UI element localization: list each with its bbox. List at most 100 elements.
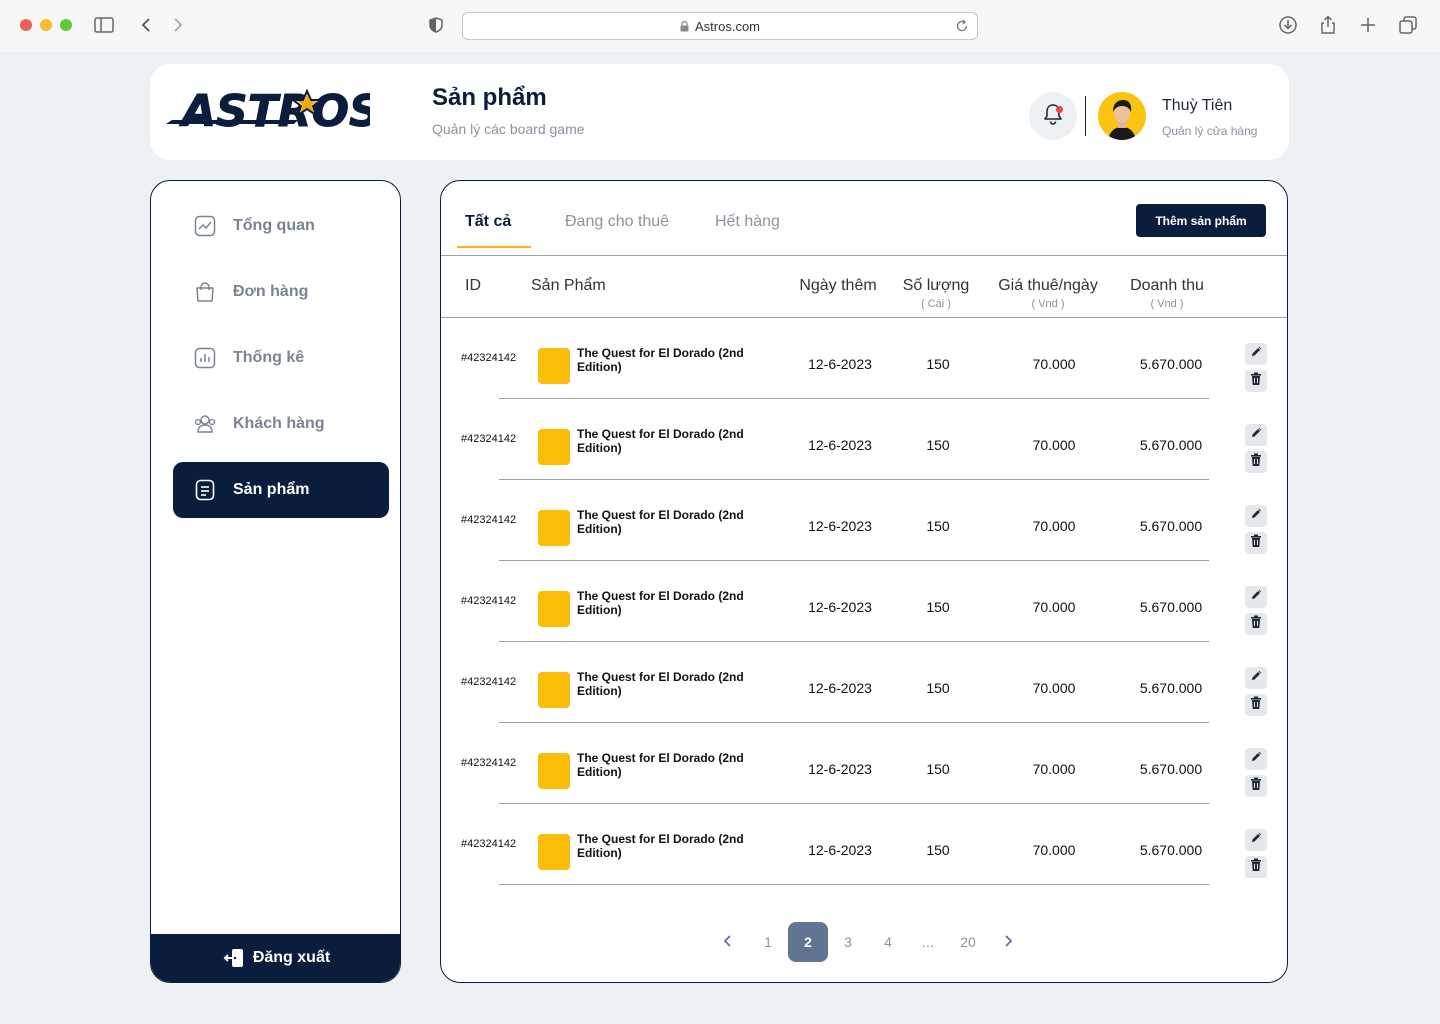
document-icon: [193, 478, 217, 502]
page-button-3[interactable]: 3: [828, 922, 868, 962]
next-page-button[interactable]: [988, 922, 1028, 962]
notification-badge: [1056, 106, 1063, 113]
product-name[interactable]: The Quest for El Dorado (2nd Edition): [577, 346, 767, 374]
sidebar-item-orders[interactable]: Đơn hàng: [173, 264, 389, 320]
table-row[interactable]: #42324142 The Quest for El Dorado (2nd Ed…: [441, 723, 1287, 804]
product-name[interactable]: The Quest for El Dorado (2nd Edition): [577, 589, 767, 617]
table-row[interactable]: #42324142 The Quest for El Dorado (2nd Ed…: [441, 318, 1287, 399]
page-button-2[interactable]: 2: [788, 922, 828, 962]
sidebar-toggle-icon[interactable]: [93, 14, 115, 36]
rental-price: 70.000: [1032, 680, 1076, 696]
add-product-button[interactable]: Thêm sản phẩm: [1136, 204, 1266, 237]
avatar[interactable]: [1098, 92, 1146, 140]
product-name[interactable]: The Quest for El Dorado (2nd Edition): [577, 508, 767, 536]
revenue: 5.670.000: [1139, 518, 1203, 534]
product-name[interactable]: The Quest for El Dorado (2nd Edition): [577, 427, 767, 455]
column-header-price-label: Giá thuê/ngày: [998, 277, 1098, 294]
page-button-20[interactable]: 20: [948, 922, 988, 962]
revenue: 5.670.000: [1139, 761, 1203, 777]
sidebar-item-label: Tổng quan: [233, 217, 315, 234]
prev-page-button[interactable]: [708, 922, 748, 962]
revenue: 5.670.000: [1139, 437, 1203, 453]
trash-icon: [1250, 777, 1262, 796]
edit-button[interactable]: [1245, 829, 1267, 851]
product-thumbnail[interactable]: [538, 591, 570, 627]
date-added: 12-6-2023: [808, 437, 872, 453]
share-icon[interactable]: [1317, 14, 1339, 36]
table-row[interactable]: #42324142 The Quest for El Dorado (2nd Ed…: [441, 642, 1287, 723]
trash-icon: [1250, 453, 1262, 472]
column-header-date-label: Ngày thêm: [799, 277, 877, 294]
logout-icon: [223, 947, 245, 969]
product-thumbnail[interactable]: [538, 429, 570, 465]
table-row[interactable]: #42324142 The Quest for El Dorado (2nd Ed…: [441, 399, 1287, 480]
column-header-qty-unit: ( Cái ): [921, 298, 951, 310]
pencil-icon: [1250, 507, 1262, 525]
product-thumbnail[interactable]: [538, 348, 570, 384]
page-button-1[interactable]: 1: [748, 922, 788, 962]
quantity: 150: [926, 761, 950, 777]
reload-icon[interactable]: [955, 19, 969, 33]
maximize-window-button[interactable]: [60, 19, 72, 31]
product-name[interactable]: The Quest for El Dorado (2nd Edition): [577, 832, 767, 860]
rental-price: 70.000: [1032, 356, 1076, 372]
delete-button[interactable]: [1245, 856, 1267, 878]
edit-button[interactable]: [1245, 343, 1267, 365]
product-thumbnail[interactable]: [538, 672, 570, 708]
quantity: 150: [926, 842, 950, 858]
product-id: #42324142: [461, 514, 517, 526]
table-row[interactable]: #42324142 The Quest for El Dorado (2nd Ed…: [441, 561, 1287, 642]
privacy-shield-icon[interactable]: [425, 14, 447, 36]
page-button-4[interactable]: 4: [868, 922, 908, 962]
edit-button[interactable]: [1245, 748, 1267, 770]
forward-icon[interactable]: [167, 14, 189, 36]
edit-button[interactable]: [1245, 586, 1267, 608]
tab-all[interactable]: Tất cả: [465, 213, 511, 231]
edit-button[interactable]: [1245, 505, 1267, 527]
new-tab-icon[interactable]: [1357, 14, 1379, 36]
sidebar-item-customers[interactable]: Khách hàng: [173, 396, 389, 452]
table-row[interactable]: #42324142 The Quest for El Dorado (2nd Ed…: [441, 480, 1287, 561]
pencil-icon: [1250, 669, 1262, 687]
product-thumbnail[interactable]: [538, 510, 570, 546]
sidebar-item-label: Đơn hàng: [233, 283, 309, 300]
notification-button[interactable]: [1029, 92, 1077, 140]
revenue: 5.670.000: [1139, 356, 1203, 372]
tab-overview-icon[interactable]: [1397, 14, 1419, 36]
tab-renting[interactable]: Đang cho thuê: [565, 213, 669, 231]
users-icon: [193, 412, 217, 436]
delete-button[interactable]: [1245, 613, 1267, 635]
delete-button[interactable]: [1245, 532, 1267, 554]
user-name: Thuỳ Tiên: [1162, 97, 1233, 114]
astros-logo[interactable]: ASTROS: [164, 78, 370, 136]
delete-button[interactable]: [1245, 775, 1267, 797]
delete-button[interactable]: [1245, 370, 1267, 392]
date-added: 12-6-2023: [808, 599, 872, 615]
tab-out-of-stock[interactable]: Hết hàng: [715, 213, 780, 231]
minimize-window-button[interactable]: [40, 19, 52, 31]
products-panel: Tất cả Đang cho thuê Hết hàng Thêm sản p…: [440, 180, 1288, 983]
address-bar[interactable]: Astros.com: [462, 12, 978, 40]
product-name[interactable]: The Quest for El Dorado (2nd Edition): [577, 751, 767, 779]
product-name[interactable]: The Quest for El Dorado (2nd Edition): [577, 670, 767, 698]
delete-button[interactable]: [1245, 451, 1267, 473]
back-icon[interactable]: [135, 14, 157, 36]
edit-button[interactable]: [1245, 667, 1267, 689]
sidebar-item-overview[interactable]: Tổng quan: [173, 198, 389, 254]
revenue: 5.670.000: [1139, 680, 1203, 696]
logout-button[interactable]: Đăng xuất: [151, 934, 400, 982]
product-thumbnail[interactable]: [538, 753, 570, 789]
column-header-revenue-label: Doanh thu: [1130, 277, 1204, 294]
table-row[interactable]: #42324142 The Quest for El Dorado (2nd Ed…: [441, 804, 1287, 885]
trash-icon: [1250, 372, 1262, 391]
sidebar-item-products[interactable]: Sản phẩm: [173, 462, 389, 518]
product-thumbnail[interactable]: [538, 834, 570, 870]
close-window-button[interactable]: [20, 19, 32, 31]
product-id: #42324142: [461, 595, 517, 607]
edit-button[interactable]: [1245, 424, 1267, 446]
sidebar-item-stats[interactable]: Thống kê: [173, 330, 389, 386]
product-id: #42324142: [461, 352, 517, 364]
download-icon[interactable]: [1277, 14, 1299, 36]
row-divider: [499, 884, 1209, 885]
delete-button[interactable]: [1245, 694, 1267, 716]
